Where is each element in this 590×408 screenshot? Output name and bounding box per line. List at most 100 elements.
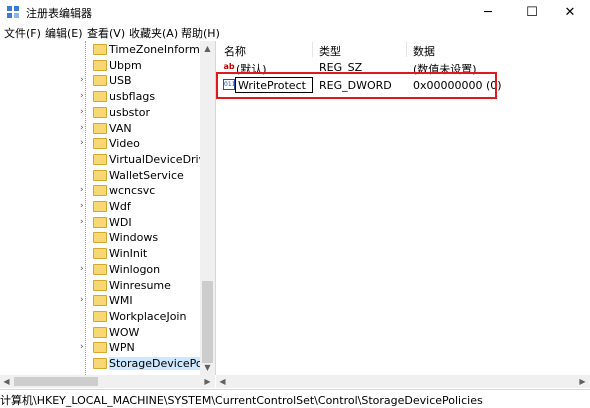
- tree-horizontal-scrollbar[interactable]: ◀ ▶: [0, 375, 215, 388]
- tree-item[interactable]: Winresume: [80, 278, 205, 294]
- tree-item-label: VirtualDeviceDrivers: [109, 152, 201, 166]
- chevron-right-icon[interactable]: ›: [80, 201, 84, 211]
- tree-item[interactable]: › Winlogon: [80, 262, 205, 278]
- tree-item[interactable]: › Video: [80, 136, 205, 152]
- scroll-down-icon[interactable]: ▼: [200, 360, 215, 375]
- tree-item[interactable]: › WMI: [80, 293, 205, 309]
- menu-help[interactable]: 帮助(H): [181, 25, 220, 41]
- tree-item-label: USB: [109, 74, 132, 88]
- maximize-button[interactable]: ☐: [512, 0, 552, 24]
- scroll-thumb[interactable]: [202, 281, 213, 363]
- folder-icon: [93, 279, 107, 291]
- folder-icon: [93, 122, 107, 134]
- folder-icon: [93, 310, 107, 322]
- tree-item[interactable]: Windows: [80, 230, 205, 246]
- menu-edit[interactable]: 编辑(E): [45, 25, 83, 41]
- folder-icon: [93, 201, 107, 212]
- tree-item[interactable]: › WPN: [80, 340, 205, 356]
- folder-icon: [93, 138, 107, 150]
- tree-item-label: WDI: [109, 215, 132, 229]
- tree-item-label: usbflags: [109, 90, 156, 104]
- folder-icon: [93, 342, 107, 354]
- menu-file[interactable]: 文件(F): [4, 25, 41, 41]
- folder-icon: [93, 153, 107, 165]
- chevron-right-icon[interactable]: ›: [80, 138, 84, 148]
- chevron-right-icon[interactable]: ›: [80, 264, 84, 274]
- chevron-right-icon[interactable]: ›: [80, 342, 84, 352]
- scroll-left-icon[interactable]: ◀: [216, 375, 229, 388]
- folder-icon: [93, 216, 107, 228]
- tree-item[interactable]: WorkplaceJoin: [80, 309, 205, 325]
- close-button[interactable]: ✕: [550, 0, 590, 24]
- folder-icon: [93, 185, 107, 197]
- tree-item-label: WalletService: [109, 168, 184, 182]
- folder-icon: [93, 358, 107, 369]
- scroll-left-icon[interactable]: ◀: [0, 375, 13, 388]
- tree-item[interactable]: WinInit: [80, 246, 205, 262]
- values-horizontal-scrollbar[interactable]: ◀ ▶: [216, 375, 590, 388]
- menu-view[interactable]: 查看(V): [87, 25, 125, 41]
- tree-item[interactable]: StorageDevicePolicie: [80, 356, 205, 372]
- folder-icon: [93, 91, 107, 103]
- tree-item-label: wcncsvc: [109, 184, 156, 198]
- tree-item-label: Windows: [109, 231, 159, 245]
- tree-item[interactable]: TimeZoneInformatic: [80, 42, 205, 58]
- maximize-icon: ☐: [526, 4, 538, 20]
- chevron-right-icon[interactable]: ›: [80, 91, 84, 101]
- scroll-right-icon[interactable]: ▶: [576, 375, 589, 388]
- string-value-icon: ab: [223, 62, 235, 71]
- tree-item-label: WOW: [109, 325, 140, 339]
- folder-icon: [93, 232, 107, 244]
- chevron-right-icon[interactable]: ›: [80, 295, 84, 305]
- folder-icon: [93, 75, 107, 87]
- tree-item-label: usbstor: [109, 105, 150, 119]
- scroll-right-icon[interactable]: ▶: [201, 375, 214, 388]
- minimize-button[interactable]: ─: [468, 0, 508, 24]
- minimize-icon: ─: [484, 4, 492, 20]
- column-divider[interactable]: [312, 42, 313, 57]
- tree-item[interactable]: › usbflags: [80, 89, 205, 105]
- tree-item[interactable]: › WDI: [80, 215, 205, 231]
- folder-icon: [93, 106, 107, 118]
- tree-item[interactable]: WalletService: [80, 168, 205, 184]
- folder-icon: [93, 59, 107, 71]
- tree-item-label: WinInit: [109, 247, 148, 261]
- tree-item[interactable]: WOW: [80, 325, 205, 341]
- scroll-up-icon[interactable]: ▲: [200, 41, 215, 56]
- tree-item[interactable]: VirtualDeviceDrivers: [80, 152, 205, 168]
- chevron-right-icon[interactable]: ›: [80, 217, 84, 227]
- tree-item[interactable]: › VAN: [80, 121, 205, 137]
- column-header-data[interactable]: 数据: [413, 43, 435, 59]
- column-header-type[interactable]: 类型: [319, 43, 341, 59]
- chevron-right-icon[interactable]: ›: [80, 107, 84, 117]
- tree-item-label: Video: [109, 137, 140, 151]
- tree-item-label: WPN: [109, 341, 135, 355]
- tree-item-label: WMI: [109, 294, 133, 308]
- folder-icon: [93, 44, 107, 55]
- folder-icon: [93, 326, 107, 338]
- tree-item-label: TimeZoneInformatic: [109, 43, 201, 56]
- close-icon: ✕: [564, 4, 576, 20]
- folder-icon: [93, 248, 107, 260]
- column-divider[interactable]: [406, 42, 407, 57]
- menu-favorites[interactable]: 收藏夹(A): [129, 25, 178, 41]
- chevron-right-icon[interactable]: ›: [80, 75, 84, 85]
- title-bar: 注册表编辑器 ─ ☐ ✕: [0, 0, 590, 24]
- tree-item[interactable]: › usbstor: [80, 105, 205, 121]
- chevron-right-icon[interactable]: ›: [80, 123, 84, 133]
- column-header-name[interactable]: 名称: [224, 43, 246, 59]
- tree-pane[interactable]: TimeZoneInformatic Ubpm › USB › usbflags › usbs…: [0, 41, 216, 375]
- tree-item-label: StorageDevicePolicie: [109, 357, 201, 370]
- highlight-annotation: [216, 72, 497, 99]
- tree-item-label: Wdf: [109, 200, 131, 213]
- tree-item[interactable]: Ubpm: [80, 58, 205, 74]
- scroll-thumb[interactable]: [14, 377, 98, 386]
- chevron-right-icon[interactable]: ›: [80, 185, 84, 195]
- tree-vertical-scrollbar[interactable]: ▲ ▼: [200, 41, 215, 375]
- tree-item[interactable]: › Wdf: [80, 199, 205, 215]
- registry-editor-icon: [7, 6, 19, 18]
- tree-item[interactable]: › wcncsvc: [80, 183, 205, 199]
- tree-item-label: VAN: [109, 121, 132, 135]
- tree-item[interactable]: › USB: [80, 73, 205, 89]
- folder-icon: [93, 295, 107, 307]
